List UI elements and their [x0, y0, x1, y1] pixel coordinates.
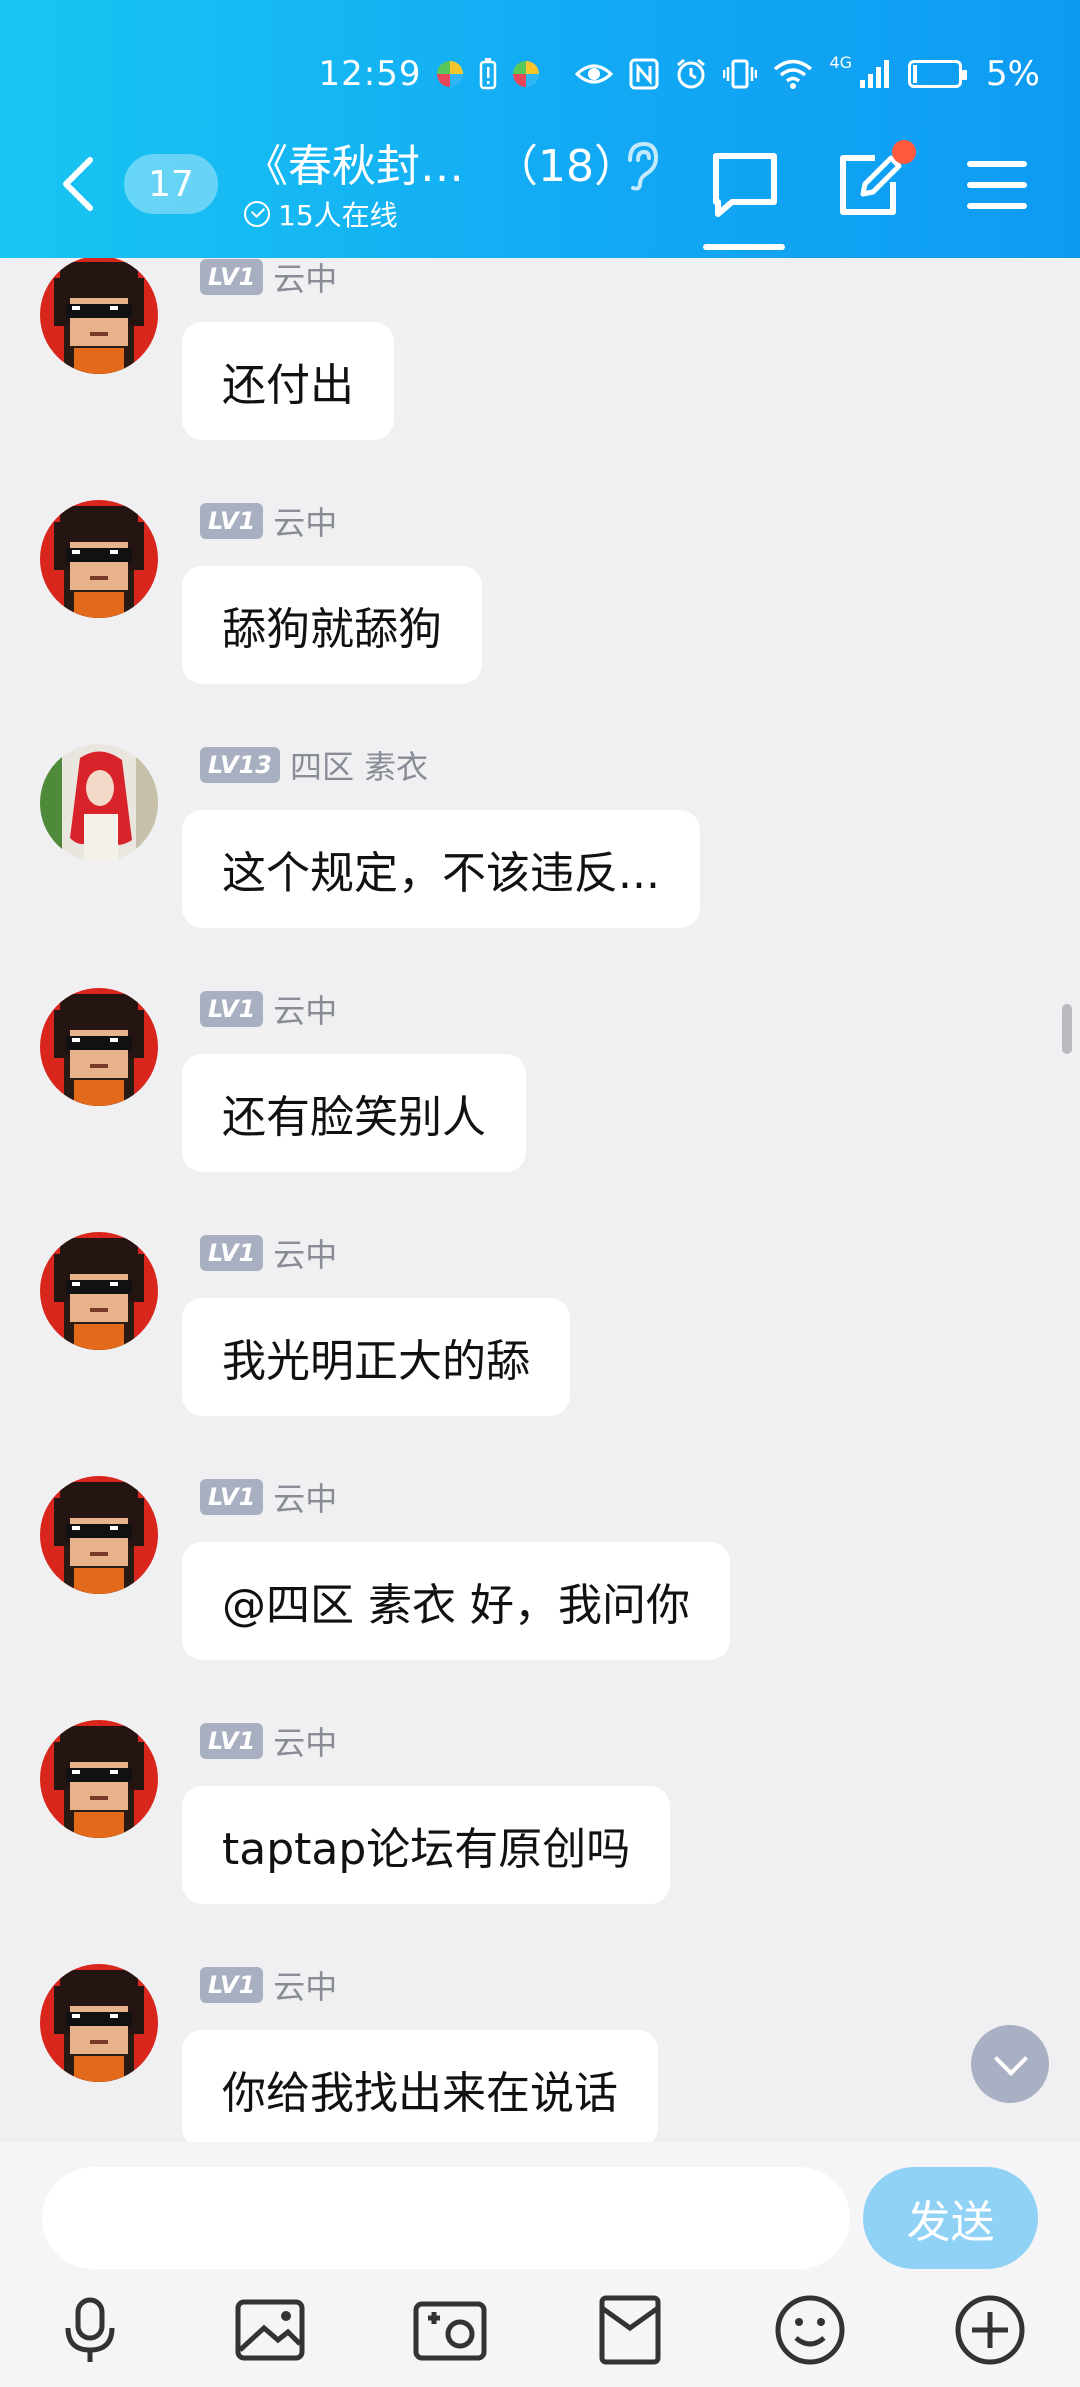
nav-row: 17 《春秋封… （18） 15人在线: [0, 130, 1080, 250]
avatar[interactable]: [40, 1964, 158, 2082]
menu-icon[interactable]: [962, 150, 1032, 220]
vibrate-icon: [723, 59, 758, 89]
alarm-icon: [677, 58, 706, 89]
message-meta: LV1 云中: [200, 1718, 337, 1764]
online-text: 15人在线: [278, 199, 398, 232]
message-item: LV1 云中 我光明正大的舔: [0, 1214, 1080, 1458]
plus-icon[interactable]: [950, 2290, 1030, 2370]
back-icon[interactable]: [54, 154, 104, 214]
level-badge: LV1: [200, 1479, 264, 1515]
red-packet-icon[interactable]: [590, 2290, 670, 2370]
online-check-icon: [244, 201, 270, 227]
camera-icon[interactable]: [410, 2290, 490, 2370]
avatar[interactable]: [40, 1476, 158, 1594]
message-bubble[interactable]: 还有脸笑别人: [182, 1054, 526, 1172]
sender-name[interactable]: 云中: [273, 1474, 337, 1520]
avatar[interactable]: [40, 988, 158, 1106]
message-meta: LV1 云中: [200, 986, 337, 1032]
member-count: （18）: [494, 141, 638, 192]
edit-post-icon[interactable]: [835, 150, 905, 220]
scroll-to-bottom-button[interactable]: [971, 2025, 1049, 2103]
message-bubble[interactable]: 还付出: [182, 322, 394, 440]
emoji-icon[interactable]: [770, 2290, 850, 2370]
message-item: LV1 云中 @四区 素衣 好，我问你: [0, 1458, 1080, 1702]
message-item: LV1 云中 你给我找出来在说话: [0, 1946, 1080, 2142]
nfc-icon: [629, 58, 659, 90]
sender-name[interactable]: 云中: [273, 1230, 337, 1276]
level-badge: LV1: [200, 1967, 264, 2003]
online-status: 15人在线: [244, 194, 398, 234]
unread-badge[interactable]: 17: [124, 154, 218, 214]
app-notification-icon: [437, 61, 464, 87]
network-type: 4G: [829, 52, 853, 72]
message-item: LV13 四区 素衣 这个规定，不该违反...: [0, 726, 1080, 970]
level-badge: LV1: [200, 991, 264, 1027]
battery-icon: [908, 60, 968, 88]
message-meta: LV13 四区 素衣: [200, 742, 428, 788]
level-badge: LV1: [200, 1723, 264, 1759]
level-badge: LV13: [200, 747, 280, 783]
message-bubble[interactable]: 我光明正大的舔: [182, 1298, 570, 1416]
avatar[interactable]: [40, 258, 158, 374]
ear-icon[interactable]: [620, 140, 660, 192]
sender-name[interactable]: 云中: [273, 258, 337, 300]
battery-percent: 5%: [986, 54, 1040, 94]
message-input[interactable]: [42, 2167, 850, 2269]
avatar[interactable]: [40, 744, 158, 862]
image-icon[interactable]: [230, 2290, 310, 2370]
avatar[interactable]: [40, 500, 158, 618]
microphone-icon[interactable]: [50, 2290, 130, 2370]
status-time: 12:59: [318, 54, 422, 94]
notification-dot: [892, 140, 916, 164]
sender-name[interactable]: 云中: [273, 986, 337, 1032]
chat-tab-indicator: [703, 244, 785, 250]
chat-header: 12:59 4G 5% 17 《春秋封… （18） 15人在线: [0, 0, 1080, 258]
send-button[interactable]: 发送: [863, 2167, 1038, 2269]
app-notification-icon-2: [513, 61, 540, 87]
message-bubble[interactable]: taptap论坛有原创吗: [182, 1786, 671, 1904]
message-meta: LV1 云中: [200, 1230, 337, 1276]
level-badge: LV1: [200, 259, 264, 295]
avatar[interactable]: [40, 1720, 158, 1838]
scrollbar-thumb[interactable]: [1062, 1004, 1072, 1054]
sender-name[interactable]: 云中: [273, 1718, 337, 1764]
message-bubble[interactable]: 这个规定，不该违反...: [182, 810, 700, 928]
level-badge: LV1: [200, 1235, 264, 1271]
message-meta: LV1 云中: [200, 1474, 337, 1520]
battery-alert-icon: [480, 58, 497, 90]
message-bubble[interactable]: 舔狗就舔狗: [182, 566, 482, 684]
message-item: LV1 云中 还有脸笑别人: [0, 970, 1080, 1214]
message-meta: LV1 云中: [200, 258, 337, 300]
message-item: LV1 云中 taptap论坛有原创吗: [0, 1702, 1080, 1946]
chat-tab-icon[interactable]: [710, 150, 780, 220]
wifi-icon: [774, 59, 813, 89]
group-title[interactable]: 《春秋封… （18）: [244, 130, 638, 194]
message-meta: LV1 云中: [200, 498, 337, 544]
sender-name[interactable]: 四区 素衣: [290, 742, 428, 788]
message-list[interactable]: LV1 云中 还付出 LV1 云中 舔狗就舔狗 LV13 四区 素衣 这个规定，…: [0, 258, 1080, 2142]
avatar[interactable]: [40, 1232, 158, 1350]
sender-name[interactable]: 云中: [273, 1962, 337, 2008]
status-bar: 12:59 4G 5%: [318, 48, 1040, 100]
eye-icon: [575, 64, 614, 84]
message-item: LV1 云中 还付出: [0, 258, 1080, 482]
signal-icon: [860, 60, 890, 88]
sender-name[interactable]: 云中: [273, 498, 337, 544]
group-name: 《春秋封…: [244, 141, 464, 192]
message-item: LV1 云中 舔狗就舔狗: [0, 482, 1080, 726]
message-meta: LV1 云中: [200, 1962, 337, 2008]
input-area: 发送: [0, 2142, 1080, 2387]
message-bubble[interactable]: @四区 素衣 好，我问你: [182, 1542, 730, 1660]
message-bubble[interactable]: 你给我找出来在说话: [182, 2030, 658, 2142]
level-badge: LV1: [200, 503, 264, 539]
